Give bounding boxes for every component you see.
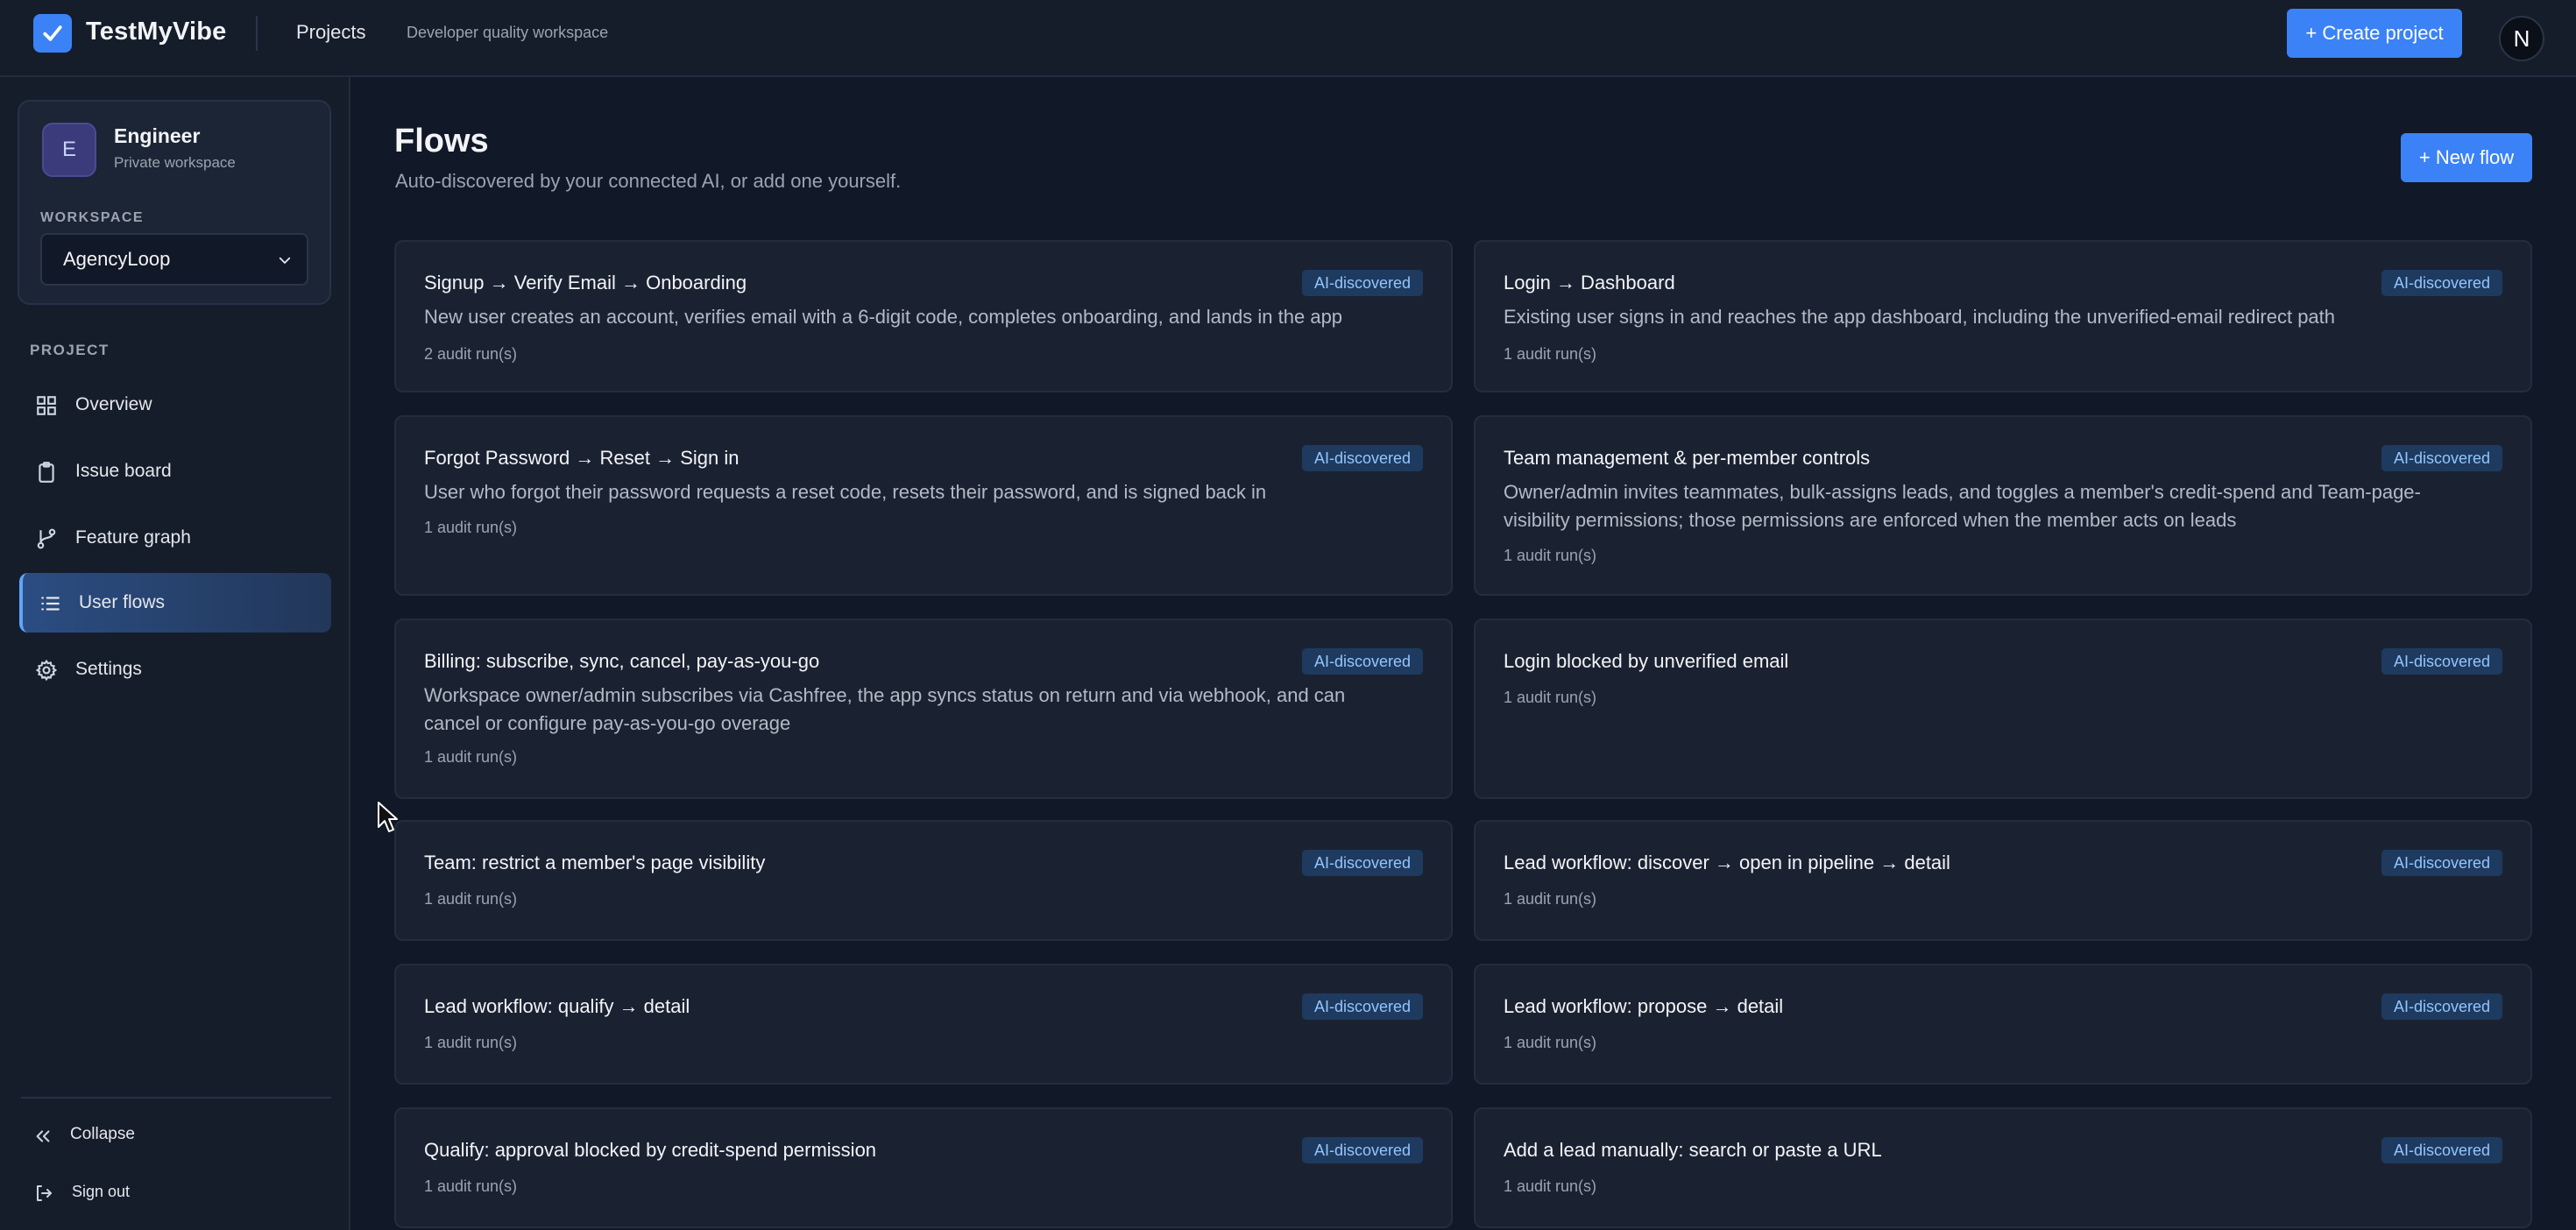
top-divider <box>256 16 258 51</box>
flow-badge: AI-discovered <box>1301 445 1423 471</box>
flow-runs: 1 audit run(s) <box>424 1034 518 1051</box>
sidebar: E Engineer Private workspace WORKSPACE A… <box>0 77 350 1230</box>
flow-runs: 1 audit run(s) <box>1504 345 1597 363</box>
chevrons-left-icon <box>36 1130 50 1142</box>
flow-card[interactable]: Lead workflow: qualify → detail AI-disco… <box>394 964 1453 1085</box>
flow-badge: AI-discovered <box>2381 1137 2502 1163</box>
chevron-down-icon <box>279 257 291 264</box>
flow-card[interactable]: Team: restrict a member's page visibilit… <box>394 820 1453 941</box>
create-project-button[interactable]: + Create project <box>2287 9 2462 58</box>
sidebar-item-settings[interactable]: Settings <box>19 640 331 699</box>
flow-title: Team: restrict a member's page visibilit… <box>424 852 766 873</box>
mouse-cursor-icon <box>378 802 398 832</box>
flow-badge: AI-discovered <box>1301 270 1423 296</box>
page-subtitle: Auto-discovered by your connected AI, or… <box>395 170 902 192</box>
logo-check-icon <box>33 14 72 53</box>
flow-card[interactable]: Qualify: approval blocked by credit-spen… <box>394 1107 1453 1228</box>
flow-card[interactable]: Team management & per-member controls AI… <box>1474 415 2532 596</box>
flow-card[interactable]: Add a lead manually: search or paste a U… <box>1474 1107 2532 1228</box>
workspace-type: Private workspace <box>114 154 236 171</box>
flow-description: Workspace owner/admin subscribes via Cas… <box>424 684 1346 734</box>
sidebar-item-issue-board[interactable]: Issue board <box>19 442 331 501</box>
sidebar-item-overview[interactable]: Overview <box>19 375 331 435</box>
flow-badge: AI-discovered <box>2381 648 2502 675</box>
sidebar-item-label: Settings <box>75 659 142 679</box>
flow-description: Owner/admin invites teammates, bulk-assi… <box>1504 481 2421 531</box>
flow-card[interactable]: Lead workflow: propose → detail AI-disco… <box>1474 964 2532 1085</box>
clipboard-icon <box>39 462 54 483</box>
flow-badge: AI-discovered <box>2381 445 2502 471</box>
gear-icon <box>35 659 58 682</box>
flow-card[interactable]: Login → Dashboard AI-discovered Existing… <box>1474 240 2532 392</box>
flow-runs: 1 audit run(s) <box>424 890 518 908</box>
flow-title: Qualify: approval blocked by credit-spen… <box>424 1139 877 1161</box>
flow-runs: 1 audit run(s) <box>424 519 518 536</box>
top-bar: TestMyVibe Projects Developer quality wo… <box>0 0 2576 77</box>
sidebar-item-user-flows[interactable]: User flows <box>19 573 331 633</box>
flow-runs: 1 audit run(s) <box>1504 689 1597 706</box>
flow-card[interactable]: Lead workflow: discover → open in pipeli… <box>1474 820 2532 941</box>
flow-description: User who forgot their password requests … <box>424 481 1267 503</box>
flow-title: Login → Dashboard <box>1504 272 1675 293</box>
flow-runs: 1 audit run(s) <box>424 1177 518 1195</box>
flow-badge: AI-discovered <box>2381 993 2502 1020</box>
page-title: Flows <box>394 123 489 159</box>
flow-title: Lead workflow: propose → detail <box>1504 995 1784 1017</box>
flow-runs: 1 audit run(s) <box>1504 1177 1597 1195</box>
flow-badge: AI-discovered <box>2381 270 2502 296</box>
flow-description: Existing user signs in and reaches the a… <box>1504 306 2336 328</box>
flow-card[interactable]: Forgot Password → Reset → Sign in AI-dis… <box>394 415 1453 596</box>
workspace-card: E Engineer Private workspace WORKSPACE A… <box>18 100 331 305</box>
flow-title: Lead workflow: discover → open in pipeli… <box>1504 852 1950 873</box>
flow-badge: AI-discovered <box>1301 1137 1423 1163</box>
list-icon <box>41 597 60 611</box>
collapse-label: Collapse <box>70 1125 135 1143</box>
flow-title: Login blocked by unverified email <box>1504 650 1789 672</box>
user-avatar[interactable]: N <box>2499 16 2544 61</box>
nav-projects-link[interactable]: Projects <box>296 21 365 44</box>
workspace-select[interactable]: AgencyLoop <box>40 233 308 286</box>
flow-description: New user creates an account, verifies em… <box>424 306 1343 328</box>
sidebar-divider <box>21 1097 331 1099</box>
sidebar-item-label: User flows <box>79 592 166 612</box>
log-out-icon <box>37 1185 52 1201</box>
flow-title: Billing: subscribe, sync, cancel, pay-as… <box>424 650 820 672</box>
flow-runs: 1 audit run(s) <box>1504 890 1597 908</box>
app-name[interactable]: TestMyVibe <box>86 18 226 46</box>
sidebar-item-feature-graph[interactable]: Feature graph <box>19 508 331 568</box>
sidebar-item-label: Issue board <box>75 461 172 481</box>
flow-title: Forgot Password → Reset → Sign in <box>424 447 740 469</box>
nav-subtitle: Developer quality workspace <box>407 24 609 41</box>
new-flow-button[interactable]: + New flow <box>2401 133 2532 182</box>
sidebar-item-label: Feature graph <box>75 527 191 548</box>
grid-icon <box>37 396 56 415</box>
flow-title: Team management & per-member controls <box>1504 447 1871 469</box>
flow-title: Lead workflow: qualify → detail <box>424 995 690 1017</box>
flow-runs: 1 audit run(s) <box>1504 547 1597 564</box>
flow-title: Signup → Verify Email → Onboarding <box>424 272 747 293</box>
workspace-label: WORKSPACE <box>40 210 145 225</box>
flow-card[interactable]: Signup → Verify Email → Onboarding AI-di… <box>394 240 1453 392</box>
flow-runs: 1 audit run(s) <box>424 748 518 766</box>
workspace-owner-name: Engineer <box>114 124 201 147</box>
workspace-avatar: E <box>42 123 96 177</box>
flow-title: Add a lead manually: search or paste a U… <box>1504 1139 1882 1161</box>
sidebar-item-label: Overview <box>75 394 152 414</box>
workspace-select-value: AgencyLoop <box>63 248 171 270</box>
flow-badge: AI-discovered <box>2381 850 2502 876</box>
flow-runs: 1 audit run(s) <box>1504 1034 1597 1051</box>
flow-badge: AI-discovered <box>1301 993 1423 1020</box>
flow-runs: 2 audit run(s) <box>424 345 518 363</box>
git-branch-icon <box>37 528 56 549</box>
flow-badge: AI-discovered <box>1301 850 1423 876</box>
project-section-label: PROJECT <box>30 342 110 358</box>
flow-badge: AI-discovered <box>1301 648 1423 675</box>
sign-out-label: Sign out <box>72 1183 131 1200</box>
flow-card[interactable]: Login blocked by unverified email AI-dis… <box>1474 619 2532 799</box>
flow-card[interactable]: Billing: subscribe, sync, cancel, pay-as… <box>394 619 1453 799</box>
